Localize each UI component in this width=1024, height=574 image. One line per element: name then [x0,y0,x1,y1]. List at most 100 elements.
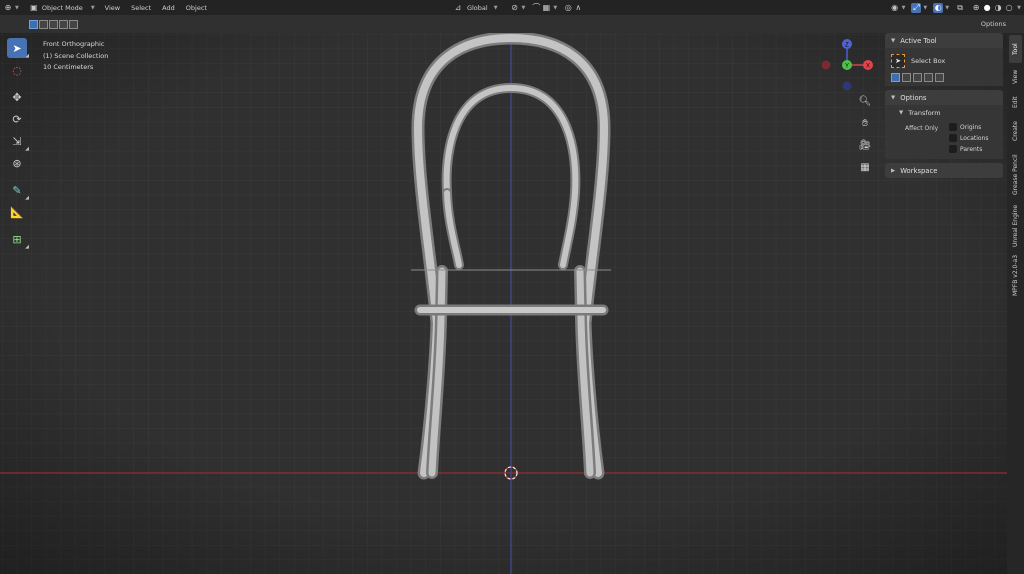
tab-mpfb[interactable]: MPFB v2.0-a3 [1009,251,1022,299]
pivot-icon: ⊘ [511,3,518,12]
select-intersect-icon[interactable] [935,73,944,82]
menu-object[interactable]: Object [183,2,210,13]
measure-icon: 📐 [10,205,24,219]
panel-selection-modes[interactable] [891,73,997,82]
tab-tool[interactable]: Tool [1009,35,1022,63]
scale-tool[interactable]: ⇲ ◢ [7,131,29,153]
grid-scale: 10 Centimeters [43,63,94,71]
falloff-icon: ∧ [575,3,582,12]
zoom-button[interactable]: 🔍︎ [856,93,874,109]
workspace-title: Workspace [900,166,938,175]
cursor-tool[interactable]: ◌ [7,60,27,80]
chevron-down-icon: ▼ [891,37,896,44]
visibility-dropdown[interactable]: ◉ ▼ [887,2,909,13]
perspective-toggle[interactable]: ▦ [856,159,874,175]
chevron-down-icon: ▼ [90,4,95,11]
checkbox-box [949,145,957,153]
transform-tool[interactable]: ⊛ [7,153,27,173]
gizmo-neg-x[interactable] [821,60,831,70]
camera-button[interactable]: 🎥︎ [856,137,874,153]
chevron-down-icon: ▼ [899,110,904,116]
gizmo-toggle[interactable]: ⤢ ▼ [908,2,930,13]
select-extend-icon[interactable] [902,73,911,82]
chevron-down-icon: ▼ [945,4,950,11]
selection-mode-buttons[interactable] [29,19,78,29]
select-new-icon[interactable] [891,73,900,82]
corner-marker: ◢ [25,195,29,201]
select-subtract-icon[interactable] [913,73,922,82]
collection-name: (1) Scene Collection [43,51,109,60]
camera-icon: 🎥︎ [858,139,872,151]
3d-cursor-icon: ◌ [12,63,22,77]
menu-view[interactable]: View [102,2,123,13]
overlay-toggle[interactable]: ◐ ▼ [930,2,952,13]
corner-marker: ◢ [25,244,29,250]
add-cube-tool[interactable]: ⊞ ◢ [7,229,29,251]
tab-grease-pencil[interactable]: Grease Pencil [1009,149,1022,201]
tab-unreal-engine[interactable]: Unreal Engine [1009,203,1022,249]
editor-type-icon: ⊕ [4,3,12,12]
proportional-icon: ◎ [564,3,572,12]
orientation-label: Global [466,3,488,12]
chevron-down-icon: ▼ [923,4,928,11]
chevron-right-icon: ▶ [891,167,896,174]
pivot-dropdown[interactable]: ⊘ ▼ [507,2,529,13]
options-title: Options [900,93,927,102]
mode-dropdown[interactable]: ▣ Object Mode ▼ [26,2,98,13]
select-invert-icon[interactable] [924,73,933,82]
rotate-tool[interactable]: ⟳ [7,109,27,129]
select-new-icon[interactable] [29,19,38,29]
measure-tool[interactable]: 📐 [7,202,27,222]
checkbox-box [949,134,957,142]
wireframe-shading-icon[interactable]: ⊕ [971,3,981,13]
transform-title: Transform [908,109,941,117]
shading-modes[interactable]: ⊕ ● ◑ ○ ▼ [968,2,1024,13]
locations-checkbox[interactable]: Locations [949,134,989,142]
move-tool[interactable]: ✥ [7,87,27,107]
chevron-down-icon: ▼ [493,4,498,11]
xray-toggle[interactable]: ⧉ [952,2,968,13]
pan-button[interactable]: ✋︎ [856,115,874,131]
active-tool-header[interactable]: ▼ Active Tool [885,33,1003,48]
menu-add[interactable]: Add [159,2,178,13]
corner-marker: ◢ [25,53,29,59]
header-bar: ⊕ ▼ ▣ Object Mode ▼ View Select Add Objec… [0,0,1024,15]
options-dropdown[interactable]: Options [981,20,1006,28]
editor-type-button[interactable]: ⊕ ▼ [0,2,22,13]
sidebar-tabs: Tool View Edit Create Grease Pencil Unre… [1007,33,1024,574]
gizmo-neg-z[interactable] [842,81,852,91]
menu-select[interactable]: Select [128,2,154,13]
overlay-icon: ◐ [933,2,944,13]
select-intersect-icon[interactable] [69,19,78,29]
rendered-shading-icon[interactable]: ○ [1004,3,1014,13]
select-invert-icon[interactable] [59,19,68,29]
solid-shading-icon[interactable]: ● [982,3,992,13]
transform-subheader[interactable]: ▼ Transform [891,106,997,120]
affect-only-group: Affect Only Origins Locations Parents [891,120,997,153]
gizmo-z-label: Z [845,43,849,49]
snap-icon: ▦ [542,3,551,12]
viewport-nav-buttons: 🔍︎ ✋︎ 🎥︎ ▦ [856,93,874,175]
transform-icon: ⊛ [12,156,22,170]
snap-toggle[interactable]: ⌒ ▦ ▼ [528,2,560,13]
material-shading-icon[interactable]: ◑ [993,3,1003,13]
tab-create[interactable]: Create [1009,115,1022,147]
active-tool-title: Active Tool [900,36,937,45]
tab-view[interactable]: View [1009,65,1022,89]
annotate-tool[interactable]: ✎ ◢ [7,180,29,202]
parents-checkbox[interactable]: Parents [949,145,989,153]
select-box-tool[interactable]: ➤ ◢ [7,38,29,59]
options-body: ▼ Transform Affect Only Origins Location… [885,105,1003,159]
rotate-icon: ⟳ [12,112,22,126]
origins-checkbox[interactable]: Origins [949,123,989,131]
options-header[interactable]: ▼ Options [885,90,1003,105]
annotate-icon: ✎ [12,183,22,197]
orientation-dropdown[interactable]: ⊿ Global ▼ [450,2,501,13]
tab-edit[interactable]: Edit [1009,91,1022,113]
select-extend-icon[interactable] [39,19,48,29]
workspace-header[interactable]: ▶ Workspace [885,163,1003,178]
select-box-icon: ➤ [891,53,905,68]
select-subtract-icon[interactable] [49,19,58,29]
active-tool-selector[interactable]: ➤ Select Box [891,52,997,69]
proportional-toggle[interactable]: ◎ ∧ [560,2,586,13]
